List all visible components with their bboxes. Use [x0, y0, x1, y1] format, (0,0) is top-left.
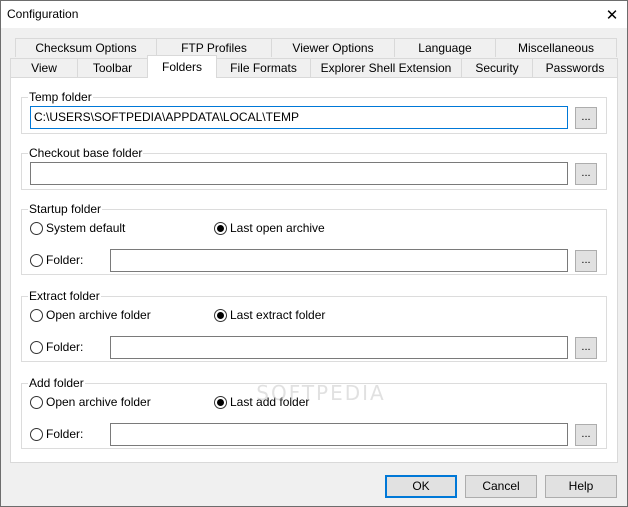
checkout-folder-legend: Checkout base folder	[28, 145, 144, 161]
window-title: Configuration	[7, 7, 79, 21]
startup-folder-radio-label: Folder:	[46, 253, 84, 267]
add-folder-browse-button[interactable]: ...	[575, 424, 597, 446]
checkout-folder-group: Checkout base folder ...	[21, 145, 607, 190]
extract-folder-radio[interactable]: Folder:	[30, 340, 83, 355]
startup-folder-group: Startup folder System default Last open …	[21, 201, 607, 275]
radio-checked-icon	[214, 396, 227, 409]
ok-button[interactable]: OK	[385, 475, 457, 498]
add-last-add-folder-radio[interactable]: Last add folder	[214, 395, 309, 410]
add-folder-legend: Add folder	[28, 375, 85, 391]
folders-tab-panel: Temp folder C:\USERS\SOFTPEDIA\APPDATA\L…	[10, 77, 618, 463]
tab-language[interactable]: Language	[394, 38, 496, 57]
radio-icon	[30, 341, 43, 354]
tab-checksum-options[interactable]: Checksum Options	[15, 38, 157, 57]
tab-passwords[interactable]: Passwords	[532, 58, 618, 77]
extract-open-archive-folder-radio[interactable]: Open archive folder	[30, 308, 151, 323]
tab-explorer-shell-extension[interactable]: Explorer Shell Extension	[310, 58, 462, 77]
temp-folder-input[interactable]: C:\USERS\SOFTPEDIA\APPDATA\LOCAL\TEMP	[30, 106, 568, 129]
startup-last-open-archive-radio[interactable]: Last open archive	[214, 221, 325, 236]
radio-icon	[30, 222, 43, 235]
extract-last-extract-folder-label: Last extract folder	[230, 308, 326, 322]
checkout-folder-input[interactable]	[30, 162, 568, 185]
add-folder-radio-label: Folder:	[46, 427, 84, 441]
tab-folders[interactable]: Folders	[147, 55, 217, 78]
startup-last-open-archive-label: Last open archive	[230, 221, 325, 235]
add-open-archive-folder-label: Open archive folder	[46, 395, 151, 409]
radio-icon	[30, 309, 43, 322]
tab-security[interactable]: Security	[461, 58, 533, 77]
extract-open-archive-folder-label: Open archive folder	[46, 308, 151, 322]
startup-folder-legend: Startup folder	[28, 201, 103, 217]
add-open-archive-folder-radio[interactable]: Open archive folder	[30, 395, 151, 410]
add-folder-input[interactable]	[110, 423, 568, 446]
add-last-add-folder-label: Last add folder	[230, 395, 310, 409]
startup-folder-radio[interactable]: Folder:	[30, 253, 83, 268]
extract-folder-radio-label: Folder:	[46, 340, 84, 354]
radio-icon	[30, 254, 43, 267]
extract-folder-legend: Extract folder	[28, 288, 101, 304]
radio-checked-icon	[214, 309, 227, 322]
extract-folder-group: Extract folder Open archive folder Last …	[21, 288, 607, 362]
add-folder-radio[interactable]: Folder:	[30, 427, 83, 442]
startup-system-default-radio[interactable]: System default	[30, 221, 125, 236]
startup-folder-input[interactable]	[110, 249, 568, 272]
title-bar: Configuration ✕	[1, 1, 627, 28]
extract-folder-browse-button[interactable]: ...	[575, 337, 597, 359]
add-folder-group: Add folder Open archive folder Last add …	[21, 375, 607, 449]
tab-viewer-options[interactable]: Viewer Options	[271, 38, 395, 57]
radio-icon	[30, 428, 43, 441]
temp-folder-group: Temp folder C:\USERS\SOFTPEDIA\APPDATA\L…	[21, 89, 607, 134]
help-button[interactable]: Help	[545, 475, 617, 498]
tab-file-formats[interactable]: File Formats	[216, 58, 311, 77]
extract-folder-input[interactable]	[110, 336, 568, 359]
radio-checked-icon	[214, 222, 227, 235]
checkout-folder-browse-button[interactable]: ...	[575, 163, 597, 185]
temp-folder-legend: Temp folder	[28, 89, 93, 105]
close-icon[interactable]: ✕	[597, 1, 627, 28]
startup-system-default-label: System default	[46, 221, 126, 235]
tab-view[interactable]: View	[10, 58, 78, 77]
startup-folder-browse-button[interactable]: ...	[575, 250, 597, 272]
configuration-dialog: Configuration ✕ Checksum Options FTP Pro…	[0, 0, 628, 507]
tab-miscellaneous[interactable]: Miscellaneous	[495, 38, 617, 57]
radio-icon	[30, 396, 43, 409]
extract-last-extract-folder-radio[interactable]: Last extract folder	[214, 308, 325, 323]
tab-toolbar[interactable]: Toolbar	[77, 58, 148, 77]
temp-folder-browse-button[interactable]: ...	[575, 107, 597, 129]
cancel-button[interactable]: Cancel	[465, 475, 537, 498]
